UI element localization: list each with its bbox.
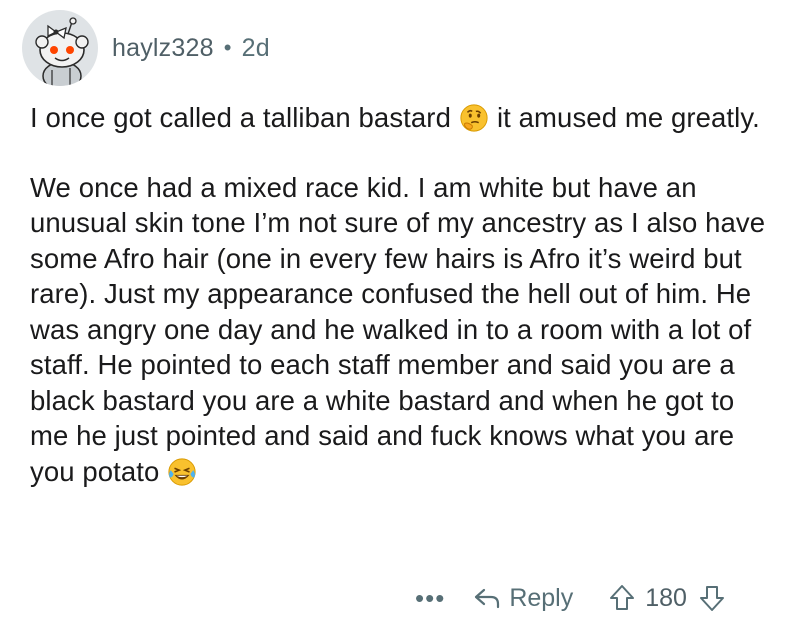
arrow-up-icon[interactable] bbox=[609, 584, 635, 612]
comment-paragraph-2: We once had a mixed race kid. I am white… bbox=[30, 170, 770, 490]
laughing-crying-face-emoji-icon bbox=[168, 457, 197, 486]
comment-age: 2d bbox=[241, 33, 270, 62]
comment-paragraph-1: I once got called a talliban bastard it … bbox=[30, 100, 770, 136]
paragraph-2-text: We once had a mixed race kid. I am white… bbox=[30, 171, 766, 487]
comment-header: haylz328 • 2d bbox=[22, 10, 270, 86]
username[interactable]: haylz328 bbox=[112, 34, 214, 63]
vote-controls: 180 bbox=[609, 584, 725, 613]
avatar[interactable] bbox=[22, 10, 98, 86]
vote-score: 180 bbox=[645, 583, 687, 612]
paragraph-1-text-before: I once got called a talliban bastard bbox=[30, 102, 451, 133]
reply-label: Reply bbox=[509, 583, 574, 612]
snoo-avatar-icon bbox=[35, 17, 89, 86]
arrow-down-icon[interactable] bbox=[699, 584, 725, 612]
more-options-button[interactable]: ••• bbox=[415, 583, 445, 614]
comment-body: I once got called a talliban bastard it … bbox=[30, 100, 770, 489]
comment-actions: ••• Reply 180 bbox=[415, 578, 725, 618]
paragraph-1-text-after: it amused me greatly. bbox=[496, 102, 760, 133]
comment-card: haylz328 • 2d I once got called a tallib… bbox=[0, 0, 800, 623]
reply-button[interactable]: Reply bbox=[473, 584, 573, 613]
comment-meta: haylz328 • 2d bbox=[112, 34, 270, 63]
reply-arrow-icon bbox=[475, 588, 500, 609]
meta-separator: • bbox=[223, 35, 232, 60]
thinking-face-emoji-icon bbox=[460, 104, 488, 132]
